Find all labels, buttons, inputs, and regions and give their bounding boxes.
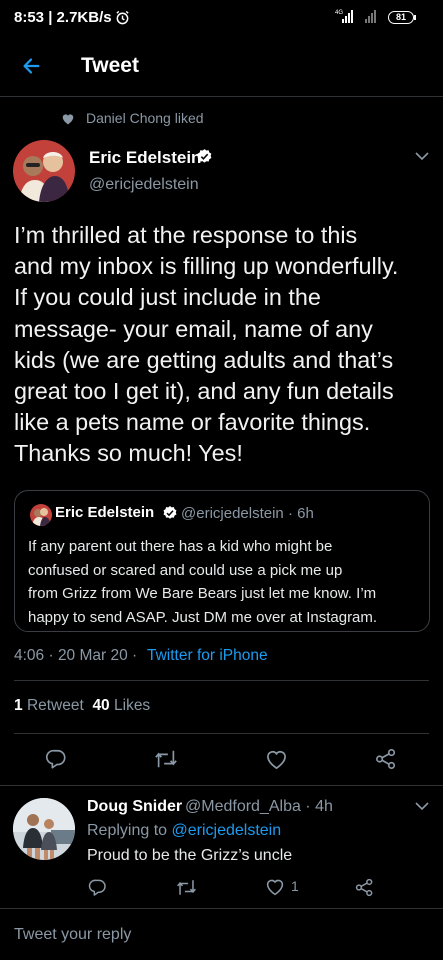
- avatar[interactable]: [13, 798, 75, 860]
- comment-icon: [88, 879, 106, 896]
- share-button[interactable]: [371, 744, 401, 774]
- meta-divider: [14, 680, 429, 681]
- verified-badge-icon: [196, 148, 213, 165]
- chevron-down-icon[interactable]: [414, 150, 430, 162]
- share-icon: [355, 878, 372, 896]
- heart-outline-icon: [266, 879, 284, 896]
- quoted-tweet[interactable]: Eric Edelstein @ericjedelstein · 6h If a…: [14, 490, 430, 632]
- stats-divider: [14, 733, 429, 734]
- retweet-label: Retweet: [26, 697, 84, 714]
- replying-to: Replying to @ericjedelstein: [87, 822, 281, 840]
- chevron-down-icon[interactable]: [414, 800, 430, 812]
- back-arrow-icon: [23, 58, 40, 74]
- tweet-timestamp: 4:06 · 20 Mar 20 ·: [14, 647, 138, 664]
- replying-to-handle[interactable]: @ericjedelstein: [172, 822, 282, 839]
- retweet-button[interactable]: [151, 744, 181, 774]
- avatar: [30, 504, 52, 526]
- header-divider: [0, 96, 443, 97]
- heart-icon: [61, 112, 75, 125]
- actions-divider: [0, 785, 443, 786]
- status-time: 8:53 | 2.7KB/s: [14, 9, 112, 26]
- like-button[interactable]: [261, 744, 291, 774]
- tweet-text: I’m thrilled at the response to this and…: [14, 222, 399, 467]
- signal-icon: 4G: [335, 8, 385, 24]
- reply-button[interactable]: [41, 744, 71, 774]
- reply-handle-time[interactable]: @Medford_Alba · 4h: [185, 798, 333, 816]
- network-type: 4G: [335, 10, 343, 16]
- quote-handle-time: @ericjedelstein · 6h: [181, 505, 314, 522]
- reply-reply-button[interactable]: [82, 872, 112, 902]
- share-icon: [376, 749, 396, 769]
- retweet-icon: [155, 750, 177, 768]
- reply-share-button[interactable]: [349, 872, 379, 902]
- engagement-stats[interactable]: 1 Retweet 40 Likes: [14, 697, 150, 715]
- reply-text: Proud to be the Grizz’s uncle: [87, 847, 293, 864]
- verified-badge-icon: [162, 505, 178, 521]
- reply-author-name[interactable]: Doug Snider: [87, 798, 182, 816]
- like-label: Likes: [114, 697, 151, 714]
- reply-divider: [0, 908, 443, 909]
- back-button[interactable]: [14, 50, 50, 82]
- reply-retweet-button[interactable]: [171, 872, 201, 902]
- liked-by-text[interactable]: Daniel Chong liked: [86, 110, 204, 126]
- heart-outline-icon: [266, 750, 286, 769]
- reply-input[interactable]: Tweet your reply: [14, 926, 131, 944]
- like-count: 40: [92, 697, 110, 714]
- author-name[interactable]: Eric Edelstein: [89, 148, 201, 168]
- tweet-source-link[interactable]: Twitter for iPhone: [147, 647, 268, 665]
- reply-like-count: 1: [291, 878, 299, 894]
- battery-icon: 81: [388, 11, 418, 24]
- retweet-icon: [176, 879, 196, 895]
- reply-like-button[interactable]: [260, 872, 290, 902]
- comment-icon: [46, 749, 66, 769]
- avatar[interactable]: [13, 140, 75, 202]
- alarm-icon: [115, 10, 130, 25]
- quote-text: If any parent out there has a kid who mi…: [28, 538, 378, 626]
- author-handle[interactable]: @ericjedelstein: [89, 176, 199, 194]
- replying-to-label: Replying to: [87, 822, 168, 839]
- battery-level: 81: [395, 12, 406, 22]
- quote-author-name: Eric Edelstein: [55, 504, 155, 521]
- page-title: Tweet: [81, 54, 139, 77]
- retweet-count: 1: [14, 697, 23, 714]
